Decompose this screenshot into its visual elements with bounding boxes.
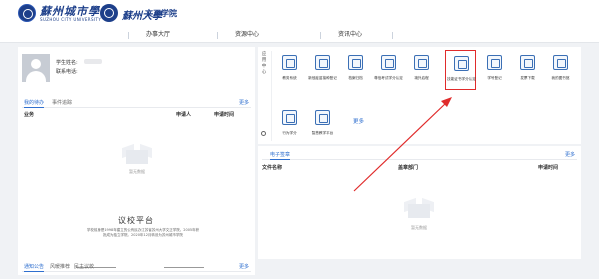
todo-tabs: 我的待办 事件追踪 更多 xyxy=(22,99,251,108)
tab-e-seal[interactable]: 电子签章 xyxy=(270,151,291,160)
column-header-apply-time: 申请时间 xyxy=(538,165,559,171)
smart-teaching-icon xyxy=(315,110,330,125)
nav-item-news-center[interactable]: 资讯中心 xyxy=(320,28,380,43)
app-overseas-departure[interactable]: 境外启程 xyxy=(406,50,437,90)
notice-tabs: 通知公告 风暖推荐 民主议校 更多 xyxy=(22,263,251,272)
empty-box-icon xyxy=(122,142,152,166)
notice-more-link[interactable]: 更多 xyxy=(239,263,249,270)
app-invoice-download[interactable]: 发票下载 xyxy=(512,50,543,90)
empty-box-icon xyxy=(404,196,434,220)
tab-event-tracking[interactable]: 事件追踪 xyxy=(52,99,72,106)
avatar-head-icon xyxy=(31,59,41,69)
e-seal-more-link[interactable]: 更多 xyxy=(565,151,575,158)
platform-description: 学校前身是1998年建立的公有民办江苏省苏州大学文正学院。2005年获批成为独立… xyxy=(86,228,200,237)
column-header-apply-time: 申请时间 xyxy=(214,112,235,118)
column-header-file-name: 文件名称 xyxy=(262,165,283,171)
app-smart-teaching[interactable]: 智慧教学平台 xyxy=(307,105,338,145)
nav-divider xyxy=(392,32,393,39)
skill-certificate-icon xyxy=(454,56,469,71)
nav-item-service-hall[interactable]: 办事大厅 xyxy=(128,28,188,43)
empty-data-label: 暂无数据 xyxy=(411,225,427,230)
app-my-library[interactable]: 我的图书馆 xyxy=(545,50,576,90)
library-icon xyxy=(553,55,568,70)
vaccine-registration-icon xyxy=(315,55,330,70)
behavior-credit-icon xyxy=(282,110,297,125)
app-academic-system[interactable]: 教务系统 xyxy=(274,50,305,90)
settings-icon[interactable] xyxy=(261,131,266,136)
app-vaccine-registration[interactable]: 新冠疫苗接种登记 xyxy=(307,50,338,90)
avatar[interactable] xyxy=(22,54,50,82)
invoice-download-icon xyxy=(520,55,535,70)
app-center-panel: 应用中心 教务系统 新冠疫苗接种登记 档案归档 尊信考试学分认定 境外启程 技能… xyxy=(258,47,581,144)
student-id-icon xyxy=(487,55,502,70)
left-panel: 学生姓名: 联系电话: 我的待办 事件追踪 更多 业务 申请人 申请时间 暂无数… xyxy=(18,47,255,275)
column-header-business: 业务 xyxy=(24,112,35,118)
academic-system-icon xyxy=(282,55,297,70)
todo-more-link[interactable]: 更多 xyxy=(239,99,249,106)
app-center-divider xyxy=(271,51,272,141)
tab-democratic[interactable]: 民主议校 xyxy=(74,263,94,270)
nav-item-resource-center[interactable]: 资源中心 xyxy=(217,28,277,43)
e-seal-tabs: 电子签章 更多 xyxy=(262,151,577,160)
app-student-id-registration[interactable]: 学号登记 xyxy=(479,50,510,90)
tab-recommend[interactable]: 风暖推荐 xyxy=(50,263,70,270)
app-skill-certificate-credit[interactable]: 技能证书学分认定 xyxy=(445,50,476,90)
wenzheng-seal-icon xyxy=(100,4,118,22)
university-seal-icon xyxy=(18,4,36,22)
exam-credit-icon xyxy=(381,55,396,70)
tab-notices[interactable]: 通知公告 xyxy=(24,263,45,272)
avatar-body-icon xyxy=(26,71,46,82)
tab-my-todo[interactable]: 我的待办 xyxy=(24,99,45,108)
wenzheng-logo-subtext: 文正学院 xyxy=(145,9,177,18)
apps-more-link[interactable]: 更多 xyxy=(353,117,364,125)
student-name-value xyxy=(84,59,102,64)
main-nav: 办事大厅 资源中心 资讯中心 xyxy=(0,28,599,43)
app-center-label: 应用中心 xyxy=(261,52,267,75)
overseas-departure-icon xyxy=(414,55,429,70)
e-seal-panel: 电子签章 更多 文件名称 盖章部门 申请时间 暂无数据 xyxy=(258,146,581,259)
column-header-seal-dept: 盖章部门 xyxy=(398,165,419,171)
university-logo-subtext: SUZHOU CITY UNIVERSITY xyxy=(40,17,102,22)
column-header-applicant: 申请人 xyxy=(176,112,192,118)
phone-label: 联系电话: xyxy=(56,69,78,75)
archive-icon xyxy=(348,55,363,70)
empty-data-label: 暂无数据 xyxy=(129,169,145,174)
app-behavior-credit[interactable]: 行为学分 xyxy=(274,105,305,145)
header: 蘇州城市學院 SUZHOU CITY UNIVERSITY 蘇州大學 文正学院 xyxy=(0,0,599,28)
app-exam-credit[interactable]: 尊信考试学分认定 xyxy=(373,50,404,90)
platform-title: 议校平台 xyxy=(118,216,154,225)
user-card: 学生姓名: 联系电话: xyxy=(22,54,222,88)
student-name-label: 学生姓名: xyxy=(56,60,78,66)
app-archive[interactable]: 档案归档 xyxy=(340,50,371,90)
